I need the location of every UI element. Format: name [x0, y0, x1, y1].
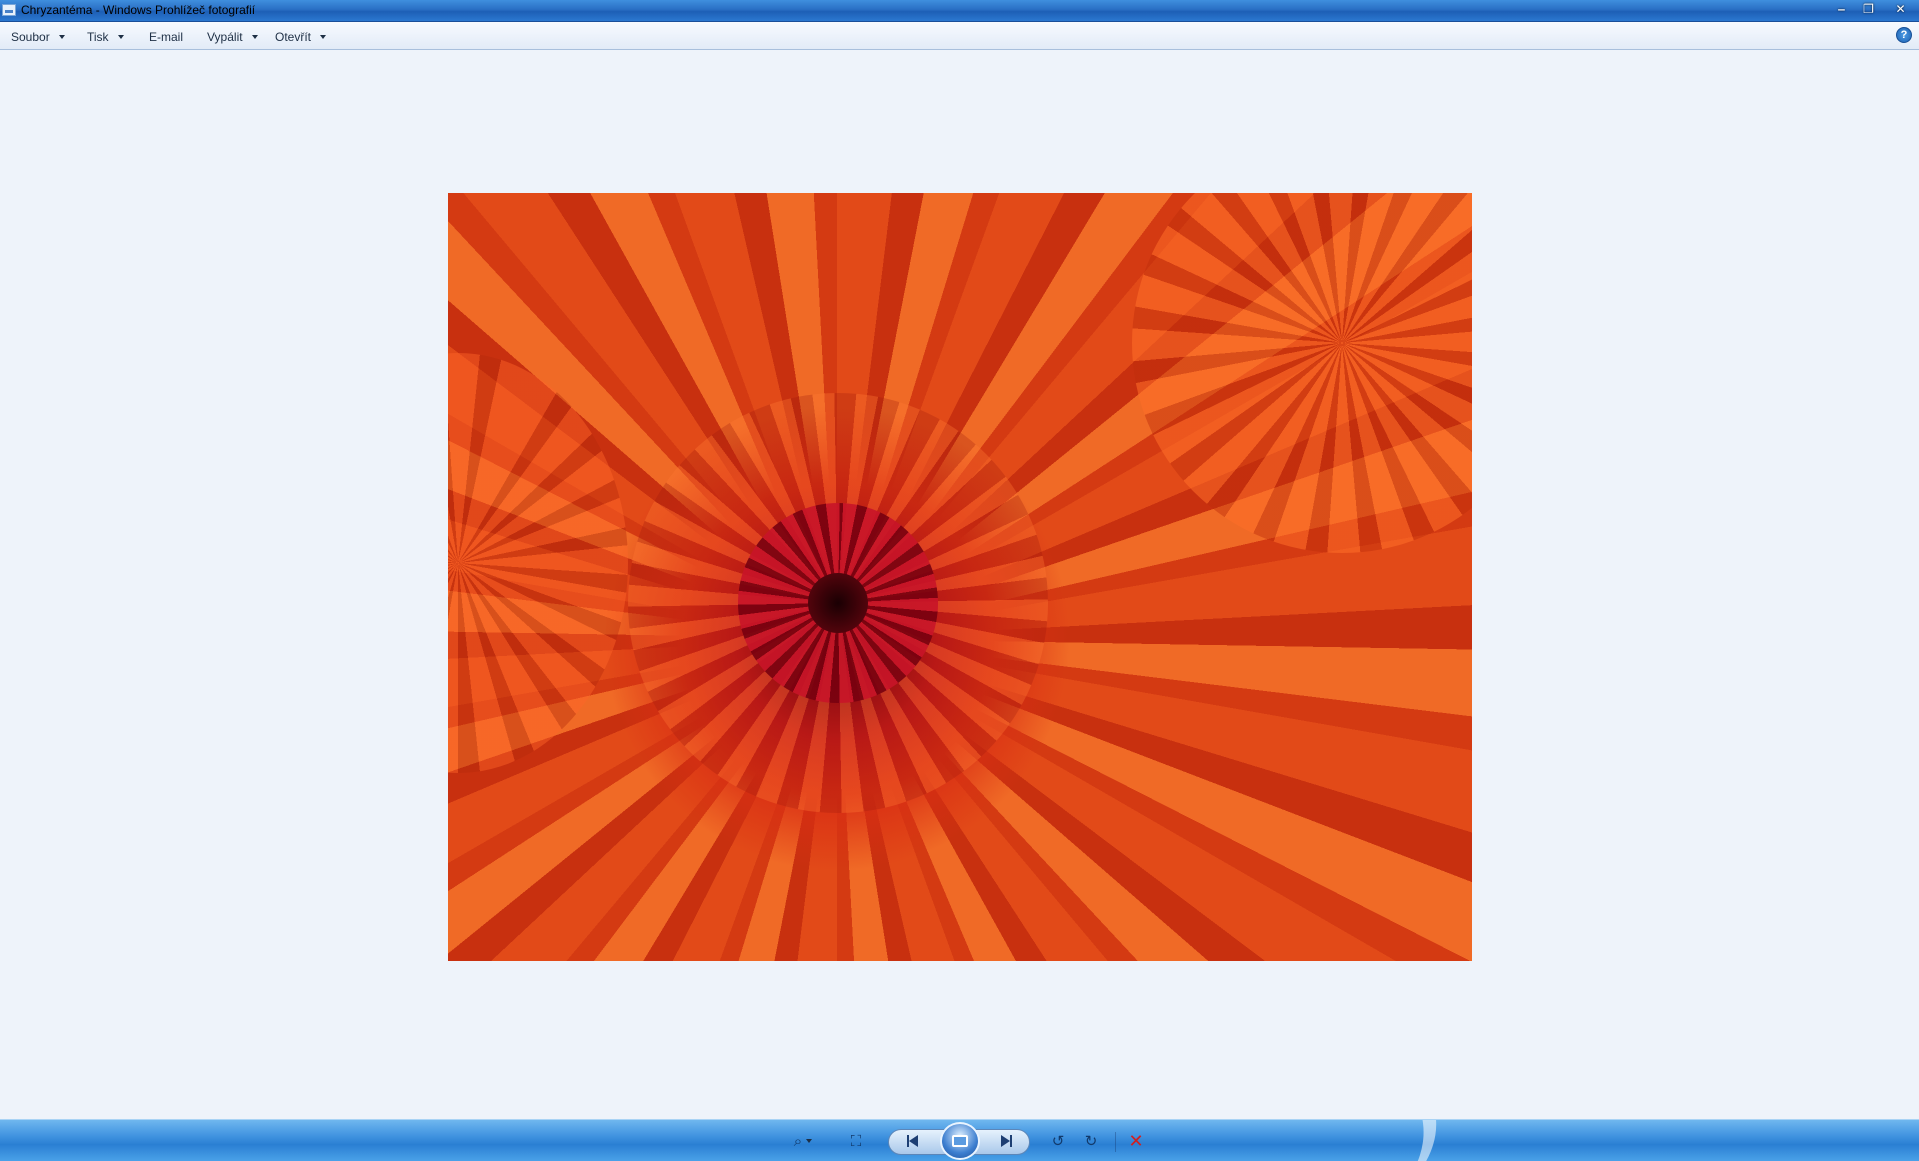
toolbar-separator	[1115, 1132, 1116, 1152]
rotate-left-icon[interactable]: ↺	[1042, 1128, 1074, 1154]
delete-icon[interactable]: ✕	[1120, 1128, 1152, 1154]
photo-detail	[808, 573, 868, 633]
menu-tisk[interactable]: Tisk	[87, 28, 124, 46]
restore-button[interactable]: ❐	[1855, 0, 1882, 17]
bottom-control-bar: ⌕ ⛶ ↺ ↻ ✕	[0, 1119, 1919, 1161]
minimize-button[interactable]: ‒	[1828, 0, 1855, 17]
slideshow-icon	[952, 1135, 968, 1147]
help-icon[interactable]: ?	[1896, 27, 1912, 43]
chevron-down-icon[interactable]	[806, 1139, 812, 1143]
menu-tisk-label: Tisk	[87, 30, 109, 44]
rotate-left-group: ↺	[1042, 1125, 1074, 1157]
command-bar: Soubor Tisk E-mail Vypálit Otevřít ?	[0, 22, 1919, 50]
menu-soubor[interactable]: Soubor	[11, 28, 65, 46]
photo-viewer-area	[0, 51, 1919, 1119]
zoom-group: ⌕	[782, 1125, 812, 1157]
next-button[interactable]	[990, 1125, 1022, 1157]
chevron-down-icon	[251, 35, 258, 39]
close-button[interactable]: ✕	[1882, 0, 1919, 17]
fit-group: ⛶	[840, 1125, 872, 1157]
actual-size-icon[interactable]: ⛶	[840, 1128, 872, 1154]
chrysanthemum-photo	[448, 193, 1472, 961]
next-icon-arrow	[1000, 1135, 1010, 1147]
photo-detail	[1132, 193, 1472, 553]
photo-detail	[448, 353, 628, 773]
next-icon-bar	[1009, 1135, 1012, 1147]
menu-vypalit[interactable]: Vypálit	[207, 28, 258, 46]
menu-soubor-label: Soubor	[11, 30, 50, 44]
previous-button[interactable]	[896, 1125, 928, 1157]
menu-otevrit-label: Otevřít	[275, 30, 312, 44]
rotate-right-icon[interactable]: ↻	[1075, 1128, 1107, 1154]
rotate-right-group: ↻	[1075, 1125, 1107, 1157]
delete-group: ✕	[1120, 1125, 1152, 1157]
previous-icon[interactable]	[896, 1128, 928, 1154]
title-bar[interactable]: Chryzantéma - Windows Prohlížeč fotograf…	[0, 0, 1919, 22]
window-title: Chryzantéma - Windows Prohlížeč fotograf…	[21, 3, 256, 17]
menu-email-label: E-mail	[149, 30, 184, 44]
chevron-down-icon	[58, 35, 65, 39]
menu-otevrit[interactable]: Otevřít	[275, 28, 327, 46]
menu-vypalit-label: Vypálit	[207, 30, 243, 44]
photo-viewer-app-icon	[2, 4, 16, 16]
chevron-down-icon	[320, 35, 327, 39]
chevron-down-icon	[117, 35, 124, 39]
window-controls: ‒ ❐ ✕	[1828, 0, 1919, 18]
previous-icon-arrow	[908, 1135, 918, 1147]
slideshow-button[interactable]	[940, 1122, 980, 1160]
menu-email[interactable]: E-mail	[149, 28, 183, 46]
next-icon[interactable]	[990, 1128, 1022, 1154]
